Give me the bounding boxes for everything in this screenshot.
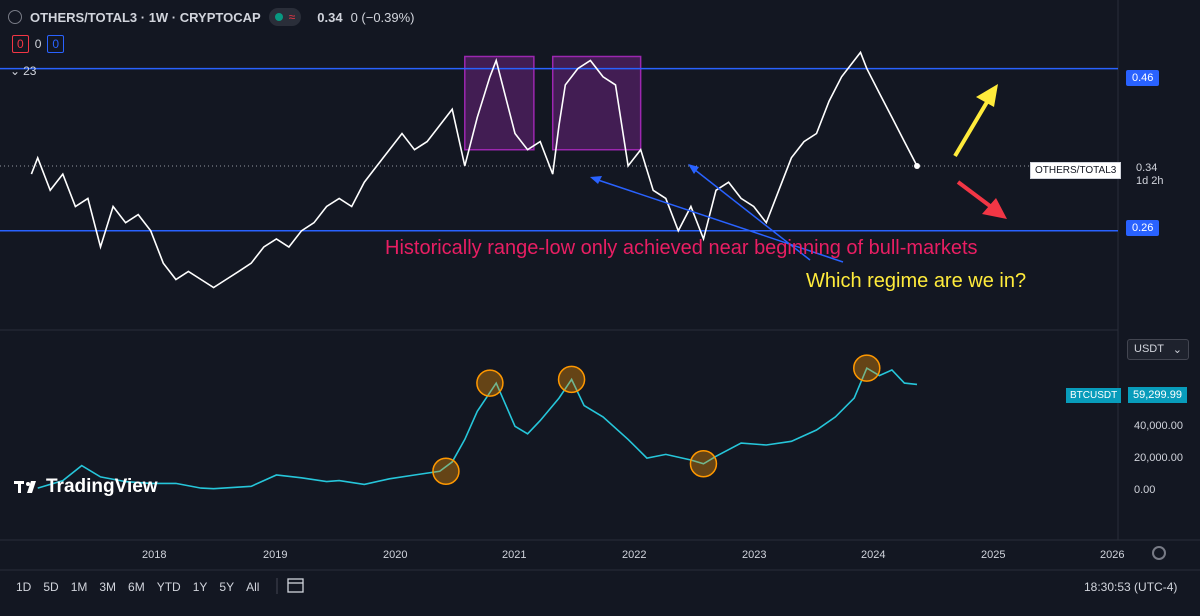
btc-symbol-value: 59,299.99 (1128, 387, 1187, 403)
hline-upper-tag[interactable]: 0.46 (1126, 70, 1160, 86)
red-arrow[interactable] (956, 180, 1007, 219)
counter-red[interactable]: 0 (12, 35, 29, 53)
symbol-price-label: OTHERS/TOTAL3 (1030, 162, 1122, 179)
range-all[interactable]: All (240, 580, 265, 594)
btc-y-tick: 40,000.00 (1134, 420, 1183, 432)
wave-icon: ≈ (288, 10, 296, 24)
x-axis-label: 2023 (742, 549, 767, 561)
currency-select-value: USDT (1134, 343, 1164, 355)
range-ytd[interactable]: YTD (151, 580, 187, 594)
market-status[interactable]: ≈ (268, 8, 302, 26)
symbol-countdown: 1d 2h (1136, 175, 1164, 187)
x-axis-label: 2020 (383, 549, 408, 561)
range-1d[interactable]: 1D (10, 580, 37, 594)
x-axis-label: 2025 (981, 549, 1006, 561)
current-value-dot (914, 162, 921, 169)
chart-canvas[interactable] (0, 0, 1200, 616)
counter-blue[interactable]: 0 (47, 35, 65, 53)
x-axis-label: 2019 (263, 549, 288, 561)
highlight-circle[interactable] (689, 450, 718, 478)
header-price: 0.34 (317, 9, 343, 25)
x-axis-label: 2024 (861, 549, 886, 561)
indicator-collapse-button[interactable]: ⌄ 23 (10, 64, 36, 78)
btc-y-tick: 0.00 (1134, 484, 1156, 496)
symbol-price-value: 0.34 1d 2h (1128, 162, 1164, 188)
x-axis-label: 2018 (142, 549, 167, 561)
chart-header: OTHERS/TOTAL3 · 1W · CRYPTOCAP ≈ 0.34 0 … (8, 8, 415, 26)
symbol-logo-icon[interactable] (8, 10, 22, 24)
range-5y[interactable]: 5Y (213, 580, 240, 594)
header-change: 0 (−0.39%) (350, 9, 415, 25)
btc-y-tick: 20,000.00 (1134, 452, 1183, 464)
chevron-down-icon: ⌄ (10, 64, 21, 78)
annotation-yellow[interactable]: Which regime are we in? (806, 270, 1026, 293)
x-axis-label: 2021 (502, 549, 527, 561)
x-axis-label: 2026 (1100, 549, 1125, 561)
range-3m[interactable]: 3M (93, 580, 122, 594)
range-5d[interactable]: 5D (37, 580, 64, 594)
counters: 0 0 0 (12, 35, 65, 53)
highlight-circle[interactable] (557, 365, 586, 394)
range-1m[interactable]: 1M (65, 580, 94, 594)
market-status-dot-icon (274, 13, 283, 21)
range-6m[interactable]: 6M (122, 580, 151, 594)
clock[interactable]: 18:30:53 (UTC-4) (1084, 580, 1177, 594)
symbol-value: 0.34 (1136, 162, 1158, 174)
chevron-down-icon: ⌄ (1172, 344, 1182, 356)
counter-mid: 0 (34, 37, 42, 51)
yellow-arrow[interactable] (953, 84, 998, 158)
highlight-circle[interactable] (432, 457, 460, 485)
watermark-text: TradingView (46, 476, 158, 497)
x-axis-label: 2022 (622, 549, 647, 561)
gear-icon[interactable] (1152, 546, 1166, 560)
highlight-box[interactable] (551, 55, 642, 151)
range-1y[interactable]: 1Y (187, 580, 214, 594)
indicator-count: 23 (23, 64, 37, 78)
btc-symbol-label: BTCUSDT (1066, 388, 1122, 403)
symbol-title[interactable]: OTHERS/TOTAL3 · 1W · CRYPTOCAP (30, 10, 261, 25)
highlight-circle[interactable] (476, 369, 504, 397)
highlight-circle[interactable] (853, 354, 881, 382)
annotation-pink[interactable]: Historically range-low only achieved nea… (385, 237, 978, 260)
hline-lower-tag[interactable]: 0.26 (1126, 220, 1160, 236)
range-bar: 1D 5D 1M 3M 6M YTD 1Y 5Y All (0, 572, 1200, 602)
currency-select[interactable]: USDT ⌄ (1127, 339, 1189, 360)
tradingview-watermark: TradingView (12, 476, 158, 498)
